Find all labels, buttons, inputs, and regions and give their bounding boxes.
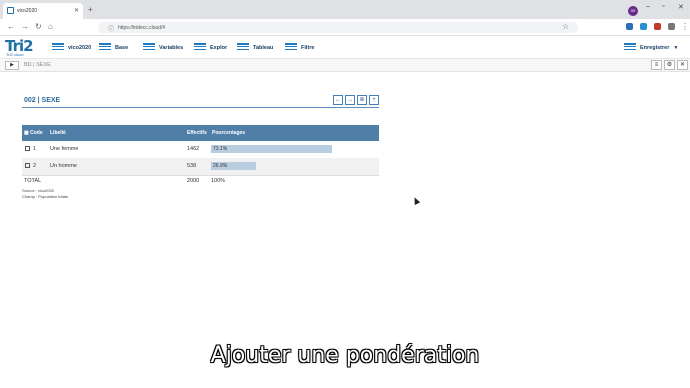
new-tab-icon[interactable]: + [88,5,93,14]
menu-base[interactable]: Base [99,41,128,54]
save-icon [624,43,636,52]
percent-bar: 73.1% [211,145,333,153]
arrow-right-icon[interactable]: → [345,95,355,105]
save-button-label: Enregistrer [640,44,670,51]
frequency-table: ▦ Code Libellé Effectifs Pourcentages 1 … [22,125,379,186]
close-view-icon[interactable]: ✕ [677,60,688,70]
title-divider [22,107,379,108]
header-code[interactable]: ▦ Code [24,130,43,136]
row-label: Une femme [50,146,79,152]
url-field[interactable]: ⓘ https://tridecc.cloud/# [98,22,578,33]
source-note: Source : vico2020 [22,188,55,193]
breadcrumb: BD | SEXE [24,62,51,68]
profile-avatar[interactable]: 00 [628,6,638,16]
table-icon [237,43,249,52]
menu-variables-label: Variables [159,44,184,51]
tab-close-icon[interactable]: ✕ [74,7,79,14]
chevron-down-icon: ▼ [673,44,679,51]
browser-tab-bar: vico2020 ✕ + 00 – ▫ ✕ [0,0,690,19]
video-caption: Ajouter une pondération [210,343,480,368]
tab-favicon-icon [7,7,14,14]
row-count: 1462 [187,146,200,152]
home-icon[interactable]: ⌂ [48,22,53,31]
percent-bar: 26.9% [211,162,256,170]
breadcrumb-menu-icon[interactable]: ≡ [651,60,662,70]
percent-text: 73.1% [213,146,228,152]
scope-note: Champ : Population totale [22,194,69,199]
mouse-cursor-icon [411,196,421,205]
row-count: 538 [187,163,197,169]
row-label: Un homme [50,163,77,169]
back-icon[interactable]: ← [7,22,15,31]
menu-explore[interactable]: Explor [194,41,227,54]
row-checkbox[interactable] [25,146,30,151]
tab-title: vico2020 [17,8,38,14]
header-count[interactable]: Effectifs [187,130,207,136]
row-code: 2 [33,163,37,169]
arrow-left-icon[interactable]: ← [333,95,343,105]
menu-table[interactable]: Tableau [237,41,273,54]
app-toolbar: Tri2 Tri2 cloud vico2020 Base Variables … [0,36,690,59]
table-total-row: TOTAL 2000 100% [22,175,379,186]
variables-icon [143,43,155,52]
table-row[interactable]: 2 Un homme 538 26.9% [22,158,379,175]
total-percent: 100% [211,178,226,184]
menu-filter-label: Filtre [301,44,315,51]
filter-icon [285,43,297,52]
table-row[interactable]: 1 Une femme 1462 73.1% [22,141,379,158]
browser-menu-icon[interactable]: ⋮ [681,22,689,31]
site-info-icon[interactable]: ⓘ [108,24,114,33]
logo-subtext: Tri2 cloud [6,52,24,57]
dataset-icon [52,43,64,52]
puzzle-extension-icon[interactable] [668,23,675,30]
download-icon[interactable] [626,23,633,30]
add-icon[interactable]: + [369,95,379,105]
url-text: https://tridecc.cloud/# [118,25,166,31]
panel-toggle-button[interactable]: ▶ [5,61,19,70]
header-label[interactable]: Libellé [50,130,66,136]
row-code: 1 [33,146,37,152]
maximize-icon[interactable]: ▫ [662,3,664,10]
view-title: 002 | SEXE [24,97,61,104]
menu-base-label: Base [115,44,129,51]
header-percent[interactable]: Pourcentages [212,130,245,136]
minimize-icon[interactable]: – [646,3,650,10]
menu-explore-label: Explor [210,44,228,51]
table-header: ▦ Code Libellé Effectifs Pourcentages [22,125,379,141]
explore-icon [194,43,206,52]
menu-table-label: Tableau [253,44,274,51]
settings-gear-icon[interactable]: ⚙ [664,60,675,70]
percent-text: 26.9% [213,163,228,169]
extension-icon[interactable] [640,23,647,30]
total-count: 2000 [187,178,200,184]
window-close-icon[interactable]: ✕ [678,3,684,11]
menu-variables[interactable]: Variables [143,41,183,54]
browser-tab[interactable]: vico2020 ✕ [3,3,83,19]
menu-dataset[interactable]: vico2020 [52,41,91,54]
menu-filter[interactable]: Filtre [285,41,314,54]
app-logo: Tri2 Tri2 cloud [4,37,42,58]
screen: vico2020 ✕ + 00 – ▫ ✕ ← → ↻ ⌂ ⓘ https://… [0,0,690,388]
menu-dataset-label: vico2020 [68,44,92,51]
total-label: TOTAL [24,178,42,184]
breadcrumb-bar: ▶ BD | SEXE ≡ ⚙ ✕ [0,59,690,72]
bookmark-star-icon[interactable]: ☆ [562,22,569,31]
base-icon [99,43,111,52]
shield-extension-icon[interactable] [654,23,661,30]
browser-address-bar: ← → ↻ ⌂ ⓘ https://tridecc.cloud/# ☆ ⋮ [0,19,690,36]
forward-icon[interactable]: → [21,22,29,31]
reload-icon[interactable]: ↻ [35,22,42,31]
save-button[interactable]: Enregistrer ▼ [624,41,678,54]
row-checkbox[interactable] [25,163,30,168]
chart-icon[interactable]: ⊕ [357,95,367,105]
